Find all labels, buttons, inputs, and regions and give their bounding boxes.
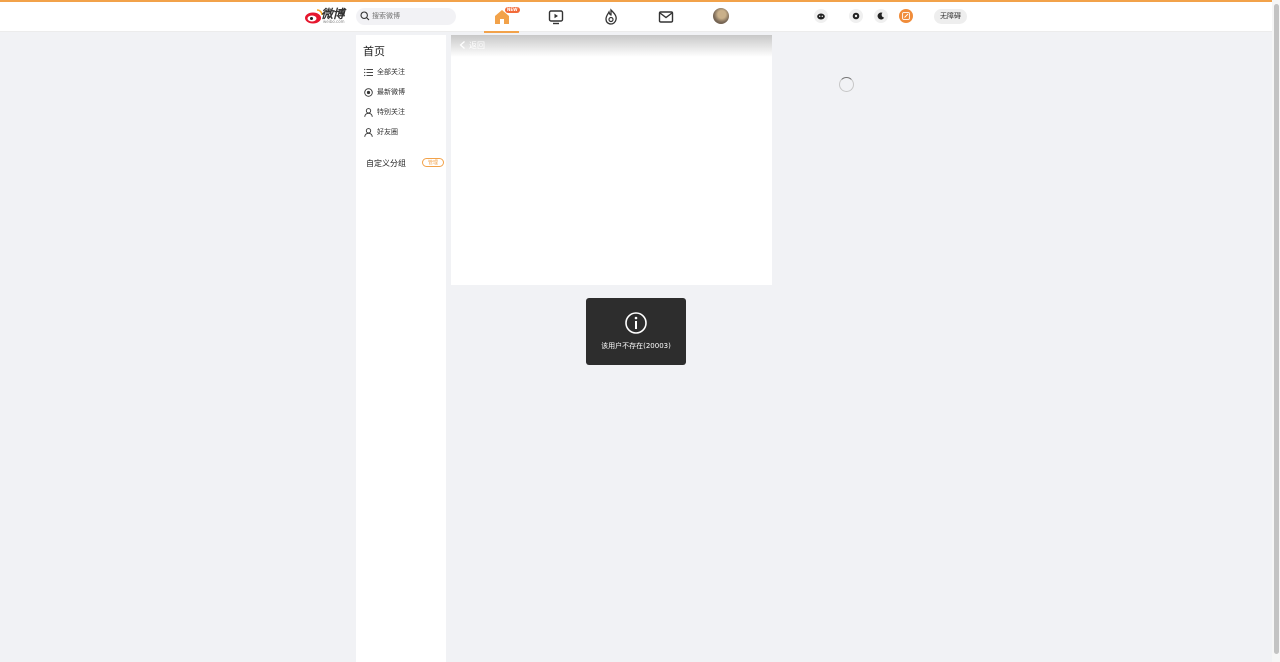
logo-subtext: weibo.com xyxy=(323,19,345,24)
accessibility-button[interactable]: 无障碍 xyxy=(934,9,967,24)
sidebar-item-label: 特别关注 xyxy=(377,108,405,116)
search-icon xyxy=(360,11,370,21)
sidebar-item-label: 最新微博 xyxy=(377,88,405,96)
back-label: 返回 xyxy=(469,41,485,50)
manage-groups-button[interactable]: 管理 xyxy=(422,158,444,167)
user-avatar[interactable] xyxy=(713,8,729,24)
sidebar-title: 首页 xyxy=(363,45,385,58)
sidebar-item-label: 好友圈 xyxy=(377,128,398,136)
error-toast: 该用户不存在(20003) xyxy=(586,298,686,365)
settings-icon xyxy=(852,12,860,20)
home-active-underline xyxy=(484,31,519,33)
user-icon xyxy=(364,108,373,117)
compose-button[interactable] xyxy=(899,9,913,23)
main-content-card: 返回 xyxy=(451,35,772,285)
dark-mode-button[interactable] xyxy=(874,9,888,23)
hot-icon[interactable] xyxy=(602,8,620,26)
search-box[interactable] xyxy=(356,8,456,25)
edit-icon xyxy=(902,12,910,20)
moon-icon xyxy=(877,12,885,20)
new-badge: NEW xyxy=(505,7,520,13)
custom-group-label: 自定义分组 xyxy=(366,159,406,168)
toast-message: 该用户不存在(20003) xyxy=(601,342,671,350)
settings-button[interactable] xyxy=(849,9,863,23)
search-input[interactable] xyxy=(372,9,452,23)
card-header: 返回 xyxy=(451,35,772,57)
user-icon xyxy=(364,128,373,137)
chevron-left-icon xyxy=(459,41,465,49)
message-icon[interactable] xyxy=(657,8,675,26)
scrollbar-thumb[interactable] xyxy=(1274,4,1279,654)
video-icon[interactable] xyxy=(547,8,565,26)
list-icon xyxy=(364,68,373,77)
game-button[interactable] xyxy=(814,9,828,23)
left-sidebar: 首页 全部关注 最新微博 特别关注 好友圈 自定义分组 管理 xyxy=(356,35,446,662)
top-header: 微博 weibo.com NEW xyxy=(0,2,1272,33)
sidebar-item-label: 全部关注 xyxy=(377,68,405,76)
loading-spinner xyxy=(839,77,854,92)
info-icon xyxy=(625,312,647,334)
latest-icon xyxy=(364,88,373,97)
game-icon xyxy=(817,13,825,20)
